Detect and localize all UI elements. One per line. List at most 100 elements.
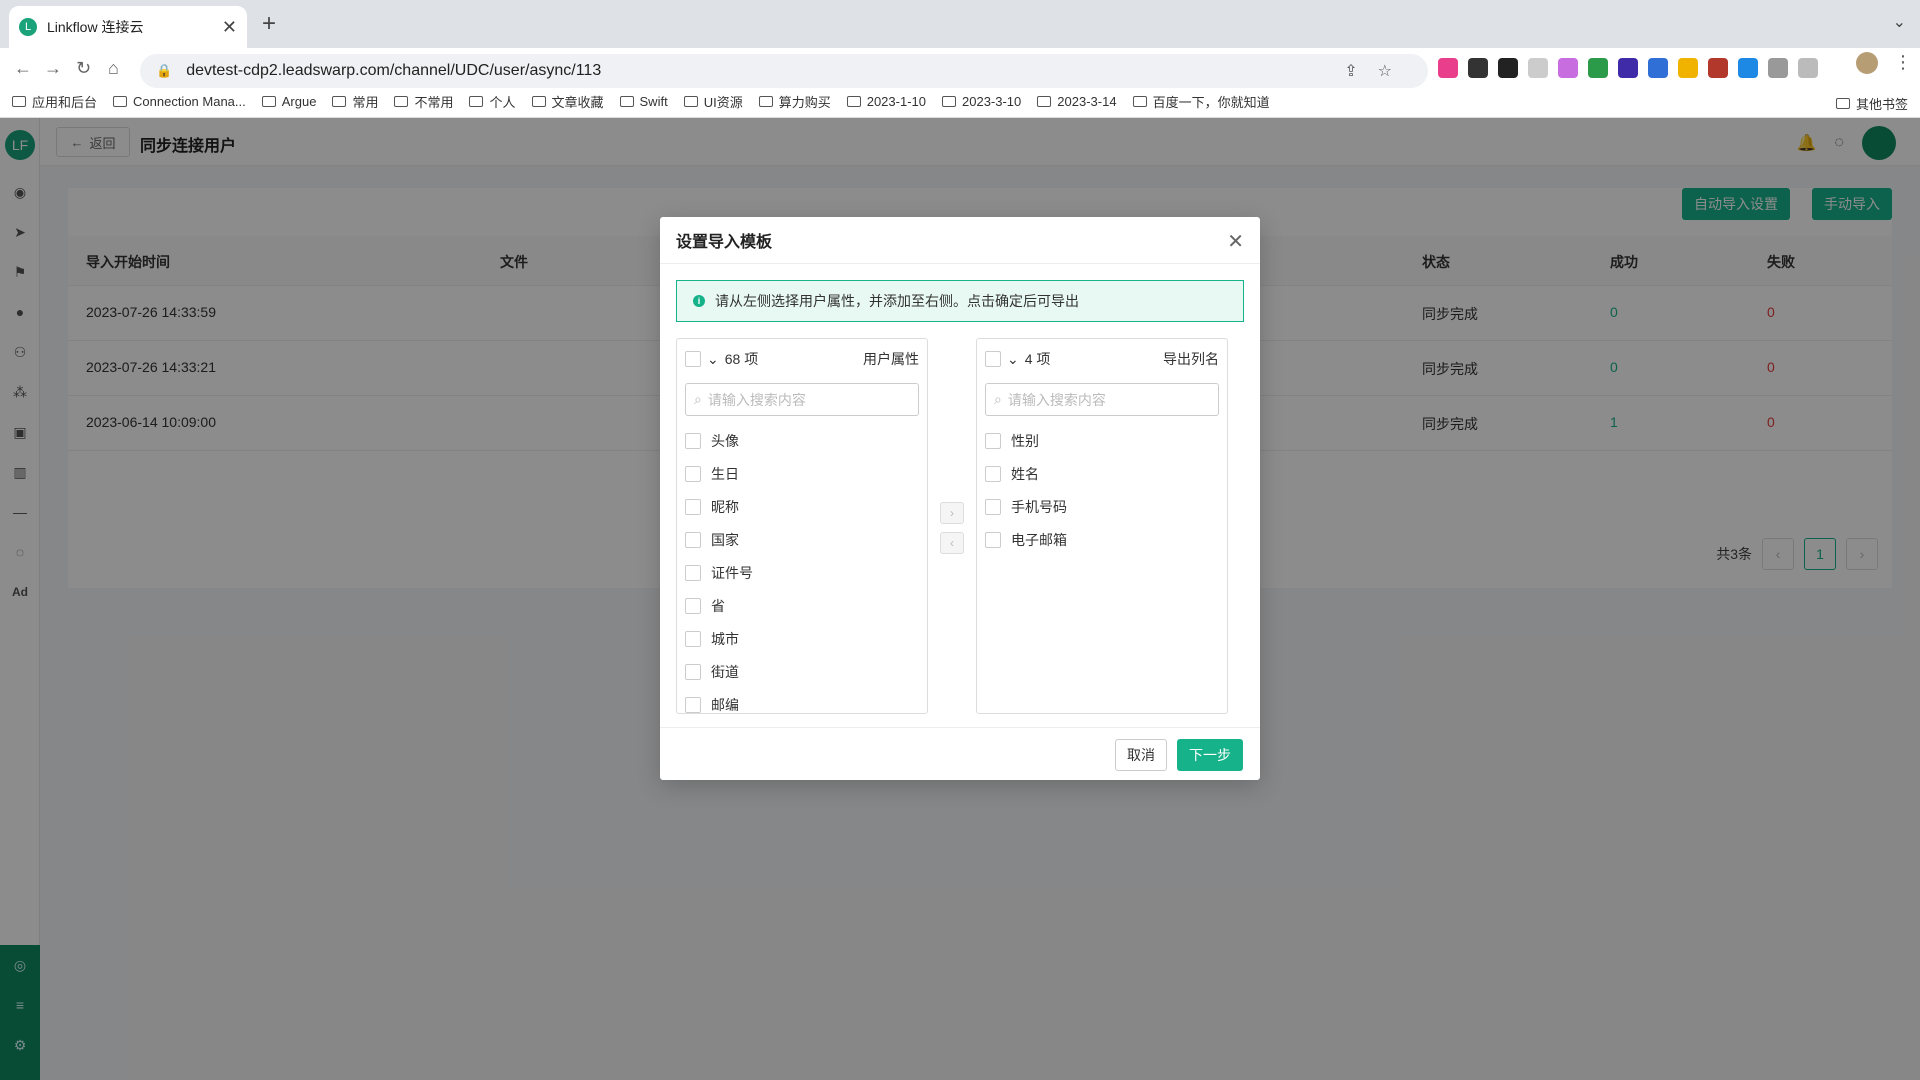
tab-search-icon[interactable]: ⌄ [1893,12,1906,32]
modal-footer: 取消 下一步 [660,727,1260,780]
close-icon[interactable]: ✕ [1227,229,1244,254]
back-arrow-icon[interactable]: ← [14,58,32,79]
select-all-checkbox[interactable] [985,351,1001,367]
extension-icon[interactable] [1618,58,1638,78]
source-search-input[interactable]: ⌕ 请输入搜索内容 [685,383,919,416]
bookmark-item[interactable]: Argue [261,94,317,109]
bookmark-item[interactable]: 2023-1-10 [846,94,926,109]
bookmark-item[interactable]: 2023-3-14 [1037,94,1117,109]
list-item[interactable]: 证件号 [677,556,927,589]
extension-icon[interactable] [1468,58,1488,78]
list-item[interactable]: 街道 [677,655,927,688]
bookmark-label: Argue [281,94,317,109]
bookmark-item[interactable]: 算力购买 [758,92,831,111]
new-tab-icon[interactable]: + [262,12,276,36]
item-checkbox[interactable] [685,498,701,515]
item-checkbox[interactable] [685,432,701,449]
search-placeholder: 请输入搜索内容 [1007,391,1106,408]
bookmark-item[interactable]: 2023-3-10 [942,94,1021,109]
source-panel-header: ⌄ 68 项 用户属性 [677,339,927,379]
bookmark-label: 其他书签 [1855,97,1908,112]
cancel-button[interactable]: 取消 [1115,739,1167,771]
share-star-icons[interactable]: ⇪☆ [1344,61,1412,81]
item-label: 电子邮箱 [1011,531,1067,548]
move-left-button[interactable]: ‹ [940,532,964,554]
puzzle-icon[interactable] [1768,58,1788,78]
extension-icon[interactable] [1648,58,1668,78]
extension-icon[interactable] [1708,58,1728,78]
item-checkbox[interactable] [685,531,701,548]
forward-arrow-icon[interactable]: → [44,58,62,79]
list-item[interactable]: 生日 [677,457,927,490]
list-item[interactable]: 性别 [977,424,1227,457]
extension-icon[interactable] [1588,58,1608,78]
bookmark-item[interactable]: UI资源 [683,92,743,111]
folder-icon [12,96,26,107]
chevron-down-icon[interactable]: ⌄ [1007,351,1019,368]
item-checkbox[interactable] [985,498,1001,515]
item-checkbox[interactable] [685,630,701,647]
select-all-checkbox[interactable] [685,351,701,367]
list-item[interactable]: 城市 [677,622,927,655]
profile-avatar[interactable] [1856,52,1878,74]
bookmark-item[interactable]: Connection Mana... [113,94,246,109]
next-step-button[interactable]: 下一步 [1177,739,1243,771]
move-right-button[interactable]: › [940,502,964,524]
item-checkbox[interactable] [685,597,701,614]
folder-icon [846,96,861,107]
item-checkbox[interactable] [685,696,701,713]
list-item[interactable]: 电子邮箱 [977,523,1227,556]
bookmarks-bar: 应用和后台 Connection Mana... Argue 常用 不常用 个人 文章收藏 S… [0,86,1920,118]
bookmark-label: Swift [639,94,668,109]
item-checkbox[interactable] [985,531,1001,548]
target-search-input[interactable]: ⌕ 请输入搜索内容 [985,383,1219,416]
extension-icon[interactable] [1498,58,1518,78]
bookmark-label: 个人 [489,95,516,110]
source-list-panel: ⌄ 68 项 用户属性 ⌕ 请输入搜索内容 头像 生日昵称国家 证件号省城市 街道 邮编 [676,338,928,714]
address-bar[interactable]: 🔒 devtest-cdp2.leadswarp.com/channel/UDC… [140,54,1428,88]
bookmark-item[interactable]: 个人 [469,92,516,111]
bookmark-label: 应用和后台 [32,95,98,110]
item-checkbox[interactable] [985,465,1001,482]
extension-icon[interactable] [1528,58,1548,78]
extension-icon[interactable] [1678,58,1698,78]
bookmark-item[interactable]: Swift [619,94,668,109]
chevron-down-icon[interactable]: ⌄ [707,351,719,368]
list-item[interactable]: 头像 [677,424,927,457]
list-item[interactable]: 姓名 [977,457,1227,490]
close-tab-icon[interactable]: ✕ [222,17,237,38]
list-item[interactable]: 省 [677,589,927,622]
modal-title: 设置导入模板 [676,234,773,251]
home-icon[interactable]: ⌂ [108,58,119,79]
search-icon: ⌕ [994,391,1002,407]
folder-icon [394,96,409,107]
bookmark-label: 不常用 [414,95,454,110]
info-icon: i [693,295,705,307]
bookmark-item[interactable]: 应用和后台 [12,92,97,111]
item-checkbox[interactable] [685,663,701,680]
reload-icon[interactable]: ↻ [76,58,91,79]
bookmark-item[interactable]: 不常用 [394,92,453,111]
bookmark-item[interactable]: 百度一下，你就知道 [1132,92,1270,111]
list-item[interactable]: 手机号码 [977,490,1227,523]
extension-icon[interactable] [1438,58,1458,78]
extension-icon[interactable] [1558,58,1578,78]
menu-icon[interactable]: ⋮ [1894,52,1912,73]
url-text: devtest-cdp2.leadswarp.com/channel/UDC/u… [186,62,602,79]
list-item[interactable]: 昵称 [677,490,927,523]
bookmark-item[interactable]: 文章收藏 [531,92,604,111]
modal-header: 设置导入模板 ✕ [660,217,1260,264]
item-checkbox[interactable] [685,564,701,581]
item-checkbox[interactable] [985,432,1001,449]
item-checkbox[interactable] [685,465,701,482]
list-item[interactable]: 邮编 [677,688,927,713]
item-label: 昵称 [711,498,739,515]
bookmark-label: 2023-3-14 [1057,94,1117,109]
browser-tab[interactable]: L Linkflow 连接云 ✕ [9,6,247,48]
other-bookmarks[interactable]: 其他书签 [1835,94,1908,113]
extension-icon[interactable] [1738,58,1758,78]
bookmark-item[interactable]: 常用 [332,92,378,111]
list-item[interactable]: 国家 [677,523,927,556]
sidebar-icon[interactable] [1798,58,1818,78]
target-count: 4 项 [1024,351,1051,367]
